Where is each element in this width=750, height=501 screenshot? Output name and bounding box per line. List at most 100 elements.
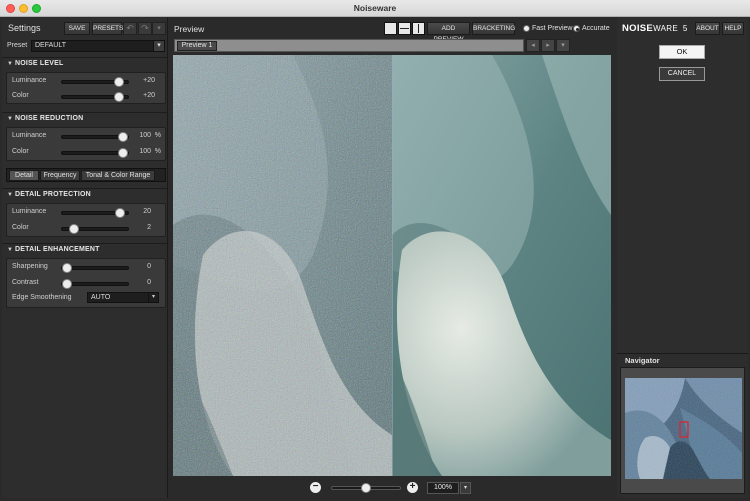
ok-button[interactable]: OK (659, 45, 705, 59)
about-button[interactable]: ABOUT (695, 22, 720, 35)
zoom-slider[interactable] (331, 483, 401, 493)
preview-tab-bar: Preview 1 (174, 39, 524, 52)
slider-value: 100 (139, 132, 151, 139)
noise-level-box: Luminance +20 Color +20 (6, 72, 166, 104)
zoom-slider-knob[interactable] (361, 483, 371, 493)
detail-enhancement-section-header[interactable]: ▼ DETAIL ENHANCEMENT (2, 243, 168, 256)
noise-level-luminance-row: Luminance +20 (7, 75, 165, 89)
window-title: Noiseware (353, 3, 397, 13)
split-horizontal-icon[interactable] (398, 22, 411, 35)
single-view-icon[interactable] (384, 22, 397, 35)
logo-thin-text: WARE (653, 24, 678, 33)
before-photo (173, 55, 392, 476)
tab-preview-1[interactable]: Preview 1 (177, 41, 217, 51)
slider-unit: % (154, 132, 161, 139)
tab-tonal-color-range[interactable]: Tonal & Color Range (81, 170, 155, 181)
slider-value: +20 (143, 92, 155, 99)
detail-protection-luminance-row: Luminance 20 (7, 206, 165, 220)
zoom-bar: − + 100% ▾ (170, 479, 615, 497)
preview-before-image[interactable] (173, 55, 392, 476)
chevron-right-icon[interactable]: ▸ (541, 39, 555, 52)
noise-level-section-header[interactable]: ▼ NOISE LEVEL (2, 57, 168, 70)
noiseware-logo: NOISEWARE 5 (622, 23, 688, 34)
slider-value: +20 (143, 77, 155, 84)
zoom-value-field[interactable]: 100% (427, 482, 459, 494)
noise-reduction-title: NOISE REDUCTION (15, 115, 84, 122)
detail-protection-title: DETAIL PROTECTION (15, 191, 91, 198)
slider-knob[interactable] (115, 208, 126, 218)
cancel-button[interactable]: CANCEL (659, 67, 705, 81)
bracketing-button[interactable]: BRACKETING (472, 22, 515, 35)
preset-label: Preset (7, 42, 28, 49)
detail-enhancement-box: Sharpening 0 Contrast 0 Edge Smoothening… (6, 258, 166, 308)
noise-reduction-color-slider[interactable] (61, 148, 129, 158)
help-button[interactable]: HELP (722, 22, 744, 35)
redo-icon[interactable]: ↷ (138, 22, 152, 35)
preview-split-divider[interactable] (392, 55, 393, 476)
preview-after-image[interactable] (392, 55, 611, 476)
contrast-slider[interactable] (61, 279, 129, 289)
slider-value: 2 (147, 224, 151, 231)
chevron-left-icon[interactable]: ◂ (526, 39, 540, 52)
preset-select[interactable]: DEFAULT (31, 40, 154, 52)
navigator-photo (625, 378, 742, 479)
window-titlebar: Noiseware (0, 0, 750, 17)
noise-reduction-luminance-slider[interactable] (61, 132, 129, 142)
logo-main-text: NOISE (622, 23, 654, 34)
fast-preview-radio[interactable] (523, 25, 530, 32)
preview-header: Preview ADD PREVIEW BRACKETING Fast Prev… (170, 18, 615, 43)
noise-reduction-color-row: Color 100 % (7, 146, 165, 160)
noise-level-color-row: Color +20 (7, 90, 165, 104)
history-dropdown-icon[interactable]: ▾ (152, 22, 166, 35)
noise-reduction-box: Luminance 100 % Color 100 % (6, 127, 166, 161)
detail-protection-color-row: Color 2 (7, 222, 165, 236)
slider-unit: % (154, 148, 161, 155)
slider-label: Luminance (12, 132, 47, 139)
chevron-down-icon[interactable]: ▾ (556, 39, 570, 52)
slider-knob[interactable] (118, 132, 128, 142)
preview-panel: Preview ADD PREVIEW BRACKETING Fast Prev… (170, 18, 615, 498)
slider-value: 20 (143, 208, 151, 215)
sharpening-slider[interactable] (61, 263, 129, 273)
noise-reduction-section-header[interactable]: ▼ NOISE REDUCTION (2, 112, 168, 125)
add-preview-button[interactable]: ADD PREVIEW (427, 22, 470, 43)
slider-knob[interactable] (118, 148, 128, 158)
collapse-triangle-icon: ▼ (7, 192, 13, 198)
chevron-down-icon: ▾ (148, 293, 158, 302)
noise-level-title: NOISE LEVEL (15, 60, 64, 67)
detail-protection-box: Luminance 20 Color 2 (6, 203, 166, 237)
tab-frequency[interactable]: Frequency (40, 170, 80, 181)
detail-enhancement-title: DETAIL ENHANCEMENT (15, 246, 100, 253)
settings-panel: Settings SAVE PRESETS ↶ ↷ ▾ Preset DEFAU… (2, 18, 168, 498)
preset-row: Preset DEFAULT ▾ (2, 40, 168, 54)
settings-title: Settings (8, 23, 41, 33)
noise-reduction-luminance-row: Luminance 100 % (7, 130, 165, 144)
zoom-in-icon[interactable]: + (407, 482, 418, 493)
collapse-triangle-icon: ▼ (7, 61, 13, 67)
detail-protection-section-header[interactable]: ▼ DETAIL PROTECTION (2, 188, 168, 201)
detail-protection-luminance-slider[interactable] (61, 208, 129, 218)
chevron-down-icon[interactable]: ▾ (460, 482, 471, 494)
slider-knob[interactable] (113, 92, 124, 102)
sharpening-row: Sharpening 0 (7, 261, 165, 275)
slider-knob[interactable] (68, 224, 79, 234)
accurate-radio[interactable] (573, 25, 580, 32)
slider-label: Contrast (12, 279, 39, 286)
detail-protection-color-slider[interactable] (61, 224, 129, 234)
slider-knob[interactable] (62, 263, 72, 273)
save-button[interactable]: SAVE (64, 22, 90, 35)
chevron-down-icon[interactable]: ▾ (153, 40, 165, 52)
zoom-out-icon[interactable]: − (310, 482, 321, 493)
split-vertical-icon[interactable] (412, 22, 425, 35)
slider-knob[interactable] (62, 279, 72, 289)
noise-level-color-slider[interactable] (61, 92, 129, 102)
navigator-thumbnail[interactable] (625, 378, 742, 479)
slider-value: 0 (147, 263, 151, 270)
undo-icon[interactable]: ↶ (123, 22, 137, 35)
presets-button[interactable]: PRESETS (92, 22, 123, 35)
edge-smoothening-row: Edge Smoothening AUTO ▾ (7, 292, 165, 306)
edge-smoothening-select[interactable]: AUTO ▾ (87, 292, 159, 303)
slider-knob[interactable] (113, 77, 124, 87)
noise-level-luminance-slider[interactable] (61, 77, 129, 87)
tab-detail[interactable]: Detail (9, 170, 39, 181)
